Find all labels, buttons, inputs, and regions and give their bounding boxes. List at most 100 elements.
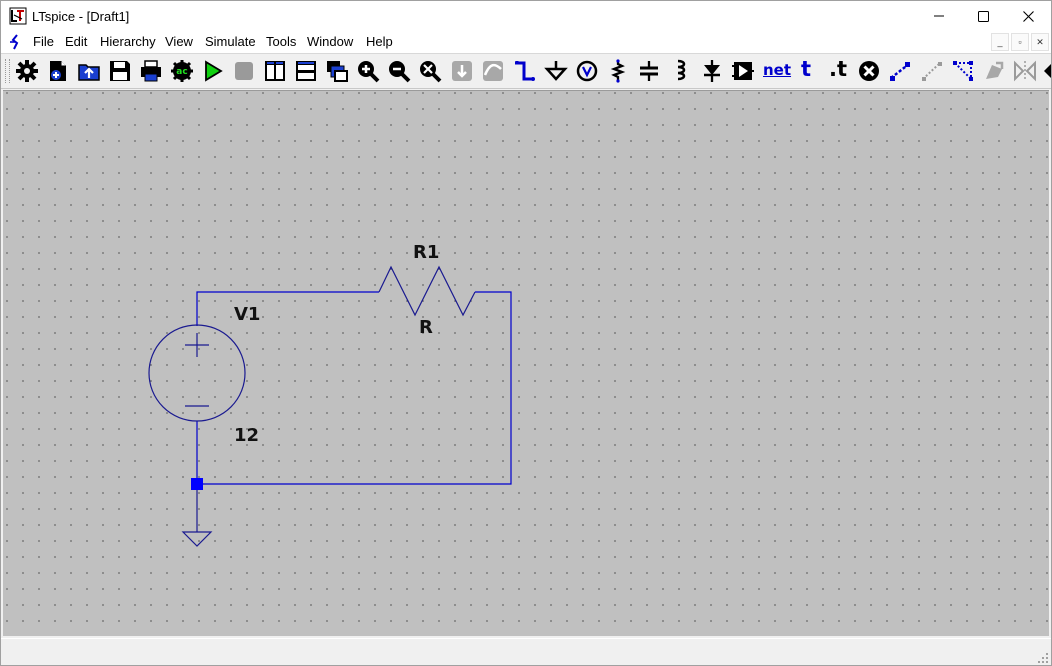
toolbar: ac net t .t [1,54,1051,89]
save-button[interactable] [108,59,132,83]
window-title: LTspice - [Draft1] [32,9,130,24]
run-button[interactable] [201,59,225,83]
ltspice-window: LTspice - [Draft1] File Edit Hierarchy V… [0,0,1052,666]
menu-tools[interactable]: Tools [264,34,298,49]
maximize-button[interactable] [960,1,1006,31]
text-button[interactable]: t [801,57,811,81]
autoscale-icon [452,61,472,81]
rotate-button[interactable] [1013,59,1037,83]
voltage-probe-icon [576,60,598,82]
status-bar [1,638,1051,665]
zoom-fit-button[interactable] [418,59,442,83]
title-bar[interactable]: LTspice - [Draft1] [1,1,1051,31]
label-net-button[interactable]: net [763,61,791,79]
mdi-close-button[interactable]: ✕ [1031,33,1049,51]
open-folder-icon [78,64,100,81]
duplicate-button[interactable] [888,59,912,83]
zoom-out-button[interactable] [387,59,411,83]
menu-view[interactable]: View [163,34,195,49]
halt-icon [235,62,253,80]
settings-button[interactable] [15,59,39,83]
schematic-canvas[interactable]: R1 R V1 12 [3,90,1049,636]
wire-top-left[interactable] [196,291,379,326]
move-icon [922,62,942,81]
voltage-probe-button[interactable] [575,59,599,83]
ac-analysis-button[interactable]: ac [170,59,194,83]
undo-icon [986,61,1004,79]
zoom-fit-icon [420,61,442,83]
capacitor-icon [640,61,658,81]
save-icon [110,61,130,81]
spice-directive-button[interactable]: .t [829,57,847,81]
new-schematic-button[interactable] [46,59,70,83]
delete-icon [859,61,879,81]
print-icon [141,60,161,82]
resistor-button[interactable] [606,59,630,83]
ground-symbol[interactable] [181,490,213,547]
halt-button[interactable] [232,59,256,83]
rotate-icon [1014,60,1036,82]
junction-node[interactable] [191,478,203,490]
resistor-ref-label[interactable]: R1 [413,242,439,263]
menu-file[interactable]: File [31,34,56,49]
open-button[interactable] [77,59,101,83]
menu-help[interactable]: Help [364,34,395,49]
inductor-icon [677,59,686,81]
new-schematic-icon [50,61,66,81]
drag-button[interactable] [951,59,975,83]
run-icon [205,60,223,82]
toolbar-grip[interactable] [5,59,10,83]
cascade-icon [327,61,348,82]
mdi-minimize-button[interactable]: _ [991,33,1009,51]
cascade-button[interactable] [325,59,349,83]
voltage-source-v1[interactable] [148,324,246,422]
tile-horizontal-icon [296,61,316,81]
capacitor-button[interactable] [637,59,661,83]
draw-wire-button[interactable] [512,59,536,83]
draw-wire-icon [515,61,535,81]
print-button[interactable] [139,59,163,83]
zoom-out-icon [389,61,411,83]
schematic-doc-icon[interactable] [8,34,24,50]
maximize-icon [977,10,989,22]
menu-bar: File Edit Hierarchy View Simulate Tools … [1,31,1051,54]
resize-grip-icon[interactable] [1037,652,1049,664]
schematic-drawing [148,265,512,547]
resistor-r1[interactable] [378,265,476,317]
drag-icon [953,61,973,81]
tile-vertical-button[interactable] [263,59,287,83]
mdi-restore-button[interactable]: ▫ [1011,33,1029,51]
waveform-button[interactable] [481,59,505,83]
close-icon [1022,10,1034,22]
source-value-label[interactable]: 12 [234,425,259,446]
menu-window[interactable]: Window [305,34,355,49]
ltspice-logo-icon [9,7,27,25]
component-button[interactable] [731,59,755,83]
minimize-icon [934,15,944,17]
mdi-controls: _ ▫ ✕ [991,33,1049,51]
move-button[interactable] [920,59,944,83]
svg-text:ac: ac [176,67,187,77]
close-button[interactable] [1005,1,1051,31]
autoscale-button[interactable] [450,59,474,83]
resistor-value-label[interactable]: R [419,317,433,338]
tile-vertical-icon [265,61,285,81]
menu-hierarchy[interactable]: Hierarchy [98,34,158,49]
undo-button[interactable] [982,59,1006,83]
component-icon [732,62,754,80]
minimize-button[interactable] [916,1,962,31]
mirror-button[interactable] [1042,59,1051,83]
inductor-button[interactable] [668,59,692,83]
menu-edit[interactable]: Edit [63,34,89,49]
delete-button[interactable] [857,59,881,83]
ac-analysis-icon: ac [171,60,193,82]
duplicate-icon [890,62,910,81]
tile-horizontal-button[interactable] [294,59,318,83]
ground-button[interactable] [544,59,568,83]
zoom-in-button[interactable] [356,59,380,83]
source-ref-label[interactable]: V1 [234,304,260,325]
zoom-in-icon [358,61,380,83]
menu-simulate[interactable]: Simulate [203,34,258,49]
diode-button[interactable] [700,59,724,83]
diode-icon [704,60,720,82]
